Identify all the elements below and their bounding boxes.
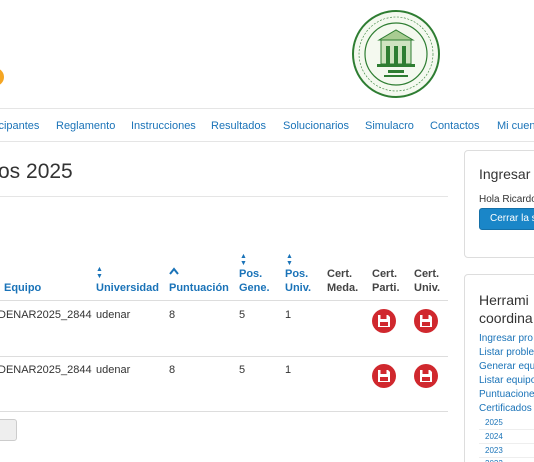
logout-button[interactable]: Cerrar la s xyxy=(479,208,534,230)
download-cert-participation-button[interactable] xyxy=(372,309,396,333)
header-puntuacion[interactable]: Puntuación xyxy=(169,281,229,295)
nav-item-contactos[interactable]: Contactos xyxy=(430,120,480,132)
site-logo-fragment xyxy=(0,68,4,86)
sort-asc-icon[interactable] xyxy=(169,267,179,275)
nav-item-instrucciones[interactable]: Instrucciones xyxy=(131,120,196,132)
table-row-divider xyxy=(0,411,448,412)
save-icon xyxy=(420,370,432,382)
header-cert-parti: Cert. Parti. xyxy=(372,268,400,294)
year-divider xyxy=(479,429,534,430)
nav-item-resultados[interactable]: Resultados xyxy=(211,120,266,132)
year-link-2024[interactable]: 2024 xyxy=(485,432,503,441)
tool-link-listar-problemas[interactable]: Listar proble xyxy=(479,347,534,358)
page-title: os 2025 xyxy=(0,160,73,183)
year-divider xyxy=(479,457,534,458)
cell-pos-gene: 5 xyxy=(239,364,246,376)
download-cert-university-button[interactable] xyxy=(414,309,438,333)
sort-both-icon[interactable]: ▲ ▼ xyxy=(96,266,103,280)
year-link-2023[interactable]: 2023 xyxy=(485,446,503,455)
greeting-text: Hola Ricardo xyxy=(479,194,534,205)
main-nav: icipantes Reglamento Instrucciones Resul… xyxy=(0,108,534,142)
cell-pos-univ: 1 xyxy=(285,309,292,321)
cell-universidad: udenar xyxy=(96,364,131,376)
login-panel-title: Ingresar xyxy=(479,166,531,182)
nav-item-solucionarios[interactable]: Solucionarios xyxy=(283,120,349,132)
cell-puntuacion: 8 xyxy=(169,309,176,321)
tools-panel-title-line2: coordina xyxy=(479,310,533,326)
save-icon xyxy=(420,315,432,327)
tool-link-listar-equipos[interactable]: Listar equipo xyxy=(479,375,534,386)
year-link-2025[interactable]: 2025 xyxy=(485,418,503,427)
sort-both-icon[interactable]: ▲ ▼ xyxy=(240,253,247,267)
nav-item-reglamento[interactable]: Reglamento xyxy=(56,120,115,132)
tool-link-ingresar-problemas[interactable]: Ingresar pro xyxy=(479,333,533,344)
tools-panel-title-line1: Herrami xyxy=(479,292,529,308)
save-icon xyxy=(378,315,390,327)
table-header-divider xyxy=(0,300,448,301)
nav-item-simulacro[interactable]: Simulacro xyxy=(365,120,414,132)
cell-puntuacion: 8 xyxy=(169,364,176,376)
cell-equipo: DENAR2025_2844 xyxy=(0,364,92,376)
header-equipo[interactable]: Equipo xyxy=(4,281,41,295)
sort-both-icon[interactable]: ▲ ▼ xyxy=(286,253,293,267)
cell-pos-univ: 1 xyxy=(285,364,292,376)
header-pos-gene[interactable]: Pos. Gene. xyxy=(239,267,270,295)
nav-item-mi-cuenta[interactable]: Mi cuent xyxy=(497,120,534,132)
year-divider xyxy=(479,443,534,444)
header-cert-meda: Cert. Meda. xyxy=(327,268,359,294)
tool-link-puntuaciones[interactable]: Puntuacione xyxy=(479,389,534,400)
cell-universidad: udenar xyxy=(96,309,131,321)
save-icon xyxy=(378,370,390,382)
header-universidad[interactable]: Universidad xyxy=(96,281,159,295)
tool-link-certificados[interactable]: Certificados xyxy=(479,403,532,414)
header-cert-univ: Cert. Univ. xyxy=(414,268,441,294)
cell-pos-gene: 5 xyxy=(239,309,246,321)
header-pos-univ[interactable]: Pos. Univ. xyxy=(285,267,311,295)
cell-equipo: DENAR2025_2844 xyxy=(0,309,92,321)
table-row-divider xyxy=(0,356,448,357)
university-seal-logo xyxy=(352,10,440,98)
download-cert-university-button[interactable] xyxy=(414,364,438,388)
title-divider xyxy=(0,196,448,197)
tool-link-generar-equipos[interactable]: Generar equ xyxy=(479,361,534,372)
pagination-button[interactable] xyxy=(0,419,17,441)
download-cert-participation-button[interactable] xyxy=(372,364,396,388)
nav-item-participantes[interactable]: icipantes xyxy=(0,120,39,132)
